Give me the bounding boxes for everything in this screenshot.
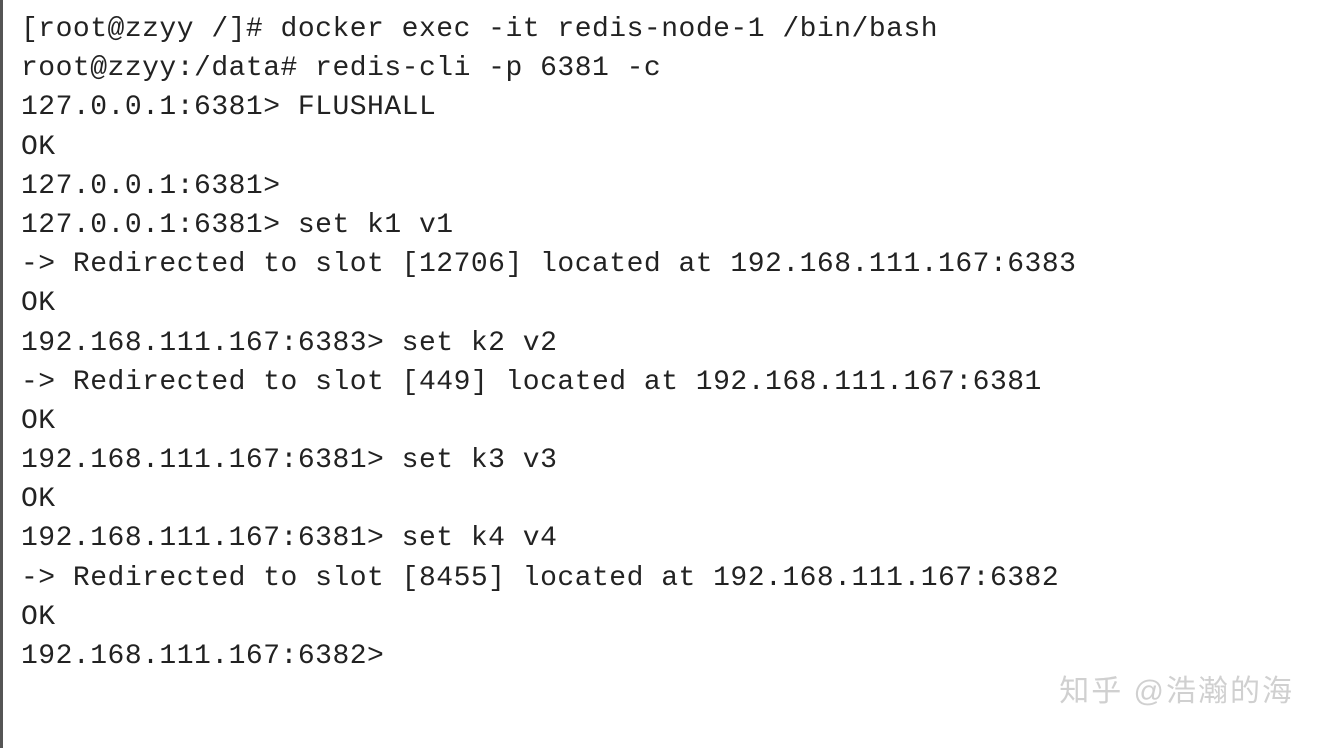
- output: OK: [21, 480, 1306, 519]
- terminal-line: root@zzyy:/data# redis-cli -p 6381 -c: [21, 49, 1306, 88]
- output: -> Redirected to slot [449] located at 1…: [21, 363, 1306, 402]
- cli-prompt: 192.168.111.167:6381>: [21, 445, 402, 476]
- watermark: 知乎 @浩瀚的海: [1059, 671, 1294, 713]
- output: -> Redirected to slot [12706] located at…: [21, 245, 1306, 284]
- command[interactable]: FLUSHALL: [298, 92, 436, 123]
- shell-prompt: [root@zzyy /]#: [21, 14, 281, 45]
- terminal-line: 127.0.0.1:6381>: [21, 167, 1306, 206]
- terminal-line: [root@zzyy /]# docker exec -it redis-nod…: [21, 10, 1306, 49]
- output: OK: [21, 284, 1306, 323]
- command[interactable]: redis-cli -p 6381 -c: [315, 53, 661, 84]
- command[interactable]: set k3 v3: [402, 445, 558, 476]
- output: -> Redirected to slot [8455] located at …: [21, 559, 1306, 598]
- shell-prompt: root@zzyy:/data#: [21, 53, 315, 84]
- terminal-line: 192.168.111.167:6383> set k2 v2: [21, 324, 1306, 363]
- output: OK: [21, 128, 1306, 167]
- cli-prompt: 127.0.0.1:6381>: [21, 210, 298, 241]
- command[interactable]: set k2 v2: [402, 328, 558, 359]
- terminal-line: 192.168.111.167:6381> set k3 v3: [21, 441, 1306, 480]
- cli-prompt: 192.168.111.167:6383>: [21, 328, 402, 359]
- command[interactable]: set k4 v4: [402, 523, 558, 554]
- terminal-line: 192.168.111.167:6381> set k4 v4: [21, 519, 1306, 558]
- output: OK: [21, 402, 1306, 441]
- output: OK: [21, 598, 1306, 637]
- terminal-line: 127.0.0.1:6381> set k1 v1: [21, 206, 1306, 245]
- command[interactable]: docker exec -it redis-node-1 /bin/bash: [281, 14, 939, 45]
- cli-prompt: 127.0.0.1:6381>: [21, 171, 298, 202]
- command[interactable]: set k1 v1: [298, 210, 454, 241]
- terminal-line: 127.0.0.1:6381> FLUSHALL: [21, 88, 1306, 127]
- cli-prompt: 192.168.111.167:6381>: [21, 523, 402, 554]
- cli-prompt: 192.168.111.167:6382>: [21, 641, 402, 672]
- cli-prompt: 127.0.0.1:6381>: [21, 92, 298, 123]
